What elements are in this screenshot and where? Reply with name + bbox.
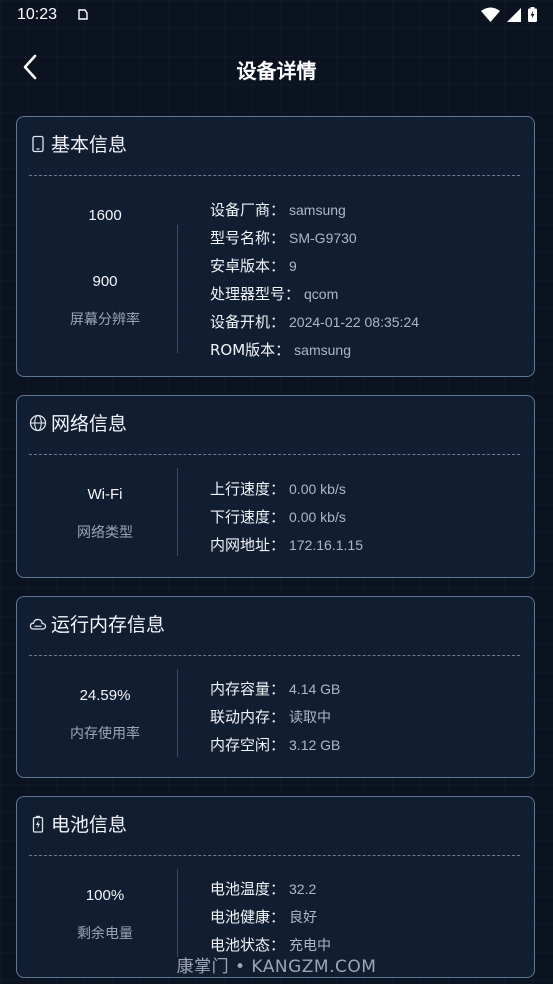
network-type-label: 网络类型 xyxy=(77,525,133,541)
info-row-rom: ROM版本： samsung xyxy=(210,336,419,364)
card-header: 网络信息 xyxy=(29,409,127,436)
battery-charging-icon xyxy=(528,7,537,22)
info-row-free: 内存空闲： 3.12 GB xyxy=(210,731,340,759)
memory-info-card: 运行内存信息 24.59% 内存使用率 内存容量： 4.14 GB 联动内存： 读取… xyxy=(16,596,535,778)
network-type: Wi-Fi xyxy=(87,486,123,503)
basic-info-list: 设备厂商： samsung 型号名称： SM-G9730 安卓版本： 9 处理器型号：… xyxy=(210,196,419,364)
row-key: 内网地址： xyxy=(210,536,286,554)
info-row-vendor: 设备厂商： samsung xyxy=(210,196,419,224)
row-key: 电池健康： xyxy=(210,908,286,926)
header: 设备详情 xyxy=(0,40,553,96)
row-value: samsung xyxy=(289,202,346,218)
row-key: 处理器型号： xyxy=(210,285,301,303)
status-bar: 10:23 xyxy=(0,0,553,32)
row-key: 内存容量： xyxy=(210,680,286,698)
resolution-height: 900 xyxy=(92,273,118,290)
phone-icon xyxy=(32,135,44,152)
info-row-health: 电池健康： 良好 xyxy=(210,903,331,931)
info-row-cpu: 处理器型号： qcom xyxy=(210,280,419,308)
resolution-label: 屏幕分辨率 xyxy=(70,312,140,328)
row-value: 32.2 xyxy=(289,881,317,897)
info-row-model: 型号名称： SM-G9730 xyxy=(210,224,419,252)
resolution-block: 1600 900 屏幕分辨率 xyxy=(17,207,193,329)
network-info-list: 上行速度： 0.00 kb/s 下行速度： 0.00 kb/s 内网地址： 172.1… xyxy=(210,475,363,559)
battery-level-block: 100% 剩余电量 xyxy=(17,887,193,943)
row-key: 内存空闲： xyxy=(210,736,286,754)
divider xyxy=(29,855,520,856)
row-value: 读取中 xyxy=(289,709,332,725)
row-value: 充电中 xyxy=(289,937,332,953)
battery-level-label: 剩余电量 xyxy=(77,926,133,942)
info-row-boot: 设备开机： 2024-01-22 08:35:24 xyxy=(210,308,419,336)
battery-level: 100% xyxy=(85,887,125,904)
card-title: 运行内存信息 xyxy=(51,614,166,636)
row-value: samsung xyxy=(294,342,351,358)
info-row-temperature: 电池温度： 32.2 xyxy=(210,875,331,903)
row-value: 良好 xyxy=(289,909,318,925)
card-title: 电池信息 xyxy=(51,814,128,836)
basic-info-card: 基本信息 1600 900 屏幕分辨率 设备厂商： samsung 型号名称： SM… xyxy=(16,116,535,377)
battery-info-card: 电池信息 100% 剩余电量 电池温度： 32.2 电池健康： 良好 电池状态： 充电… xyxy=(16,796,535,978)
row-key: 下行速度： xyxy=(210,508,286,526)
info-row-upload: 上行速度： 0.00 kb/s xyxy=(210,475,363,503)
column-divider xyxy=(177,669,178,757)
network-type-block: Wi-Fi 网络类型 xyxy=(17,486,193,542)
memory-info-list: 内存容量： 4.14 GB 联动内存： 读取中 内存空闲： 3.12 GB xyxy=(210,675,340,759)
wifi-icon xyxy=(481,7,500,22)
row-value: 4.14 GB xyxy=(289,681,341,697)
divider xyxy=(29,175,520,176)
memory-usage: 24.59% xyxy=(79,687,131,704)
globe-icon xyxy=(29,414,47,431)
notification-icon xyxy=(78,9,88,20)
divider xyxy=(29,655,520,656)
row-value: 172.16.1.15 xyxy=(289,537,363,553)
row-value: qcom xyxy=(304,286,339,302)
column-divider xyxy=(177,869,178,957)
page-title: 设备详情 xyxy=(236,59,317,83)
resolution-width: 1600 xyxy=(88,207,122,224)
memory-usage-block: 24.59% 内存使用率 xyxy=(17,687,193,743)
divider xyxy=(29,454,520,455)
column-divider xyxy=(177,468,178,556)
battery-icon xyxy=(32,815,44,833)
info-row-capacity: 内存容量： 4.14 GB xyxy=(210,675,340,703)
info-row-android: 安卓版本： 9 xyxy=(210,252,419,280)
network-info-card: 网络信息 Wi-Fi 网络类型 上行速度： 0.00 kb/s 下行速度： 0.00… xyxy=(16,395,535,578)
battery-info-list: 电池温度： 32.2 电池健康： 良好 电池状态： 充电中 xyxy=(210,875,331,959)
info-row-download: 下行速度： 0.00 kb/s xyxy=(210,503,363,531)
row-key: 联动内存： xyxy=(210,708,286,726)
card-header: 运行内存信息 xyxy=(29,610,165,637)
card-header: 基本信息 xyxy=(29,130,127,157)
card-title: 网络信息 xyxy=(51,413,128,435)
row-value: 2024-01-22 08:35:24 xyxy=(289,314,420,330)
row-value: 9 xyxy=(289,258,297,274)
signal-icon xyxy=(507,7,521,22)
column-divider xyxy=(177,225,178,353)
row-key: 上行速度： xyxy=(210,480,286,498)
memory-usage-label: 内存使用率 xyxy=(70,726,140,742)
row-key: 电池温度： xyxy=(210,880,286,898)
watermark: 康掌门 • KANGZM.COM xyxy=(176,957,377,977)
info-row-linked: 联动内存： 读取中 xyxy=(210,703,340,731)
row-value: 3.12 GB xyxy=(289,737,341,753)
row-key: 设备开机： xyxy=(210,313,286,331)
card-header: 电池信息 xyxy=(29,810,127,837)
row-value: 0.00 kb/s xyxy=(289,509,346,525)
status-icons xyxy=(481,7,537,22)
row-key: 型号名称： xyxy=(210,229,286,247)
row-value: 0.00 kb/s xyxy=(289,481,346,497)
row-key: ROM版本： xyxy=(210,341,291,359)
info-row-ip: 内网地址： 172.16.1.15 xyxy=(210,531,363,559)
card-title: 基本信息 xyxy=(51,134,128,156)
row-key: 安卓版本： xyxy=(210,257,286,275)
status-time: 10:23 xyxy=(17,6,58,23)
row-value: SM-G9730 xyxy=(289,230,357,246)
cloud-icon xyxy=(29,618,47,630)
row-key: 设备厂商： xyxy=(210,201,286,219)
